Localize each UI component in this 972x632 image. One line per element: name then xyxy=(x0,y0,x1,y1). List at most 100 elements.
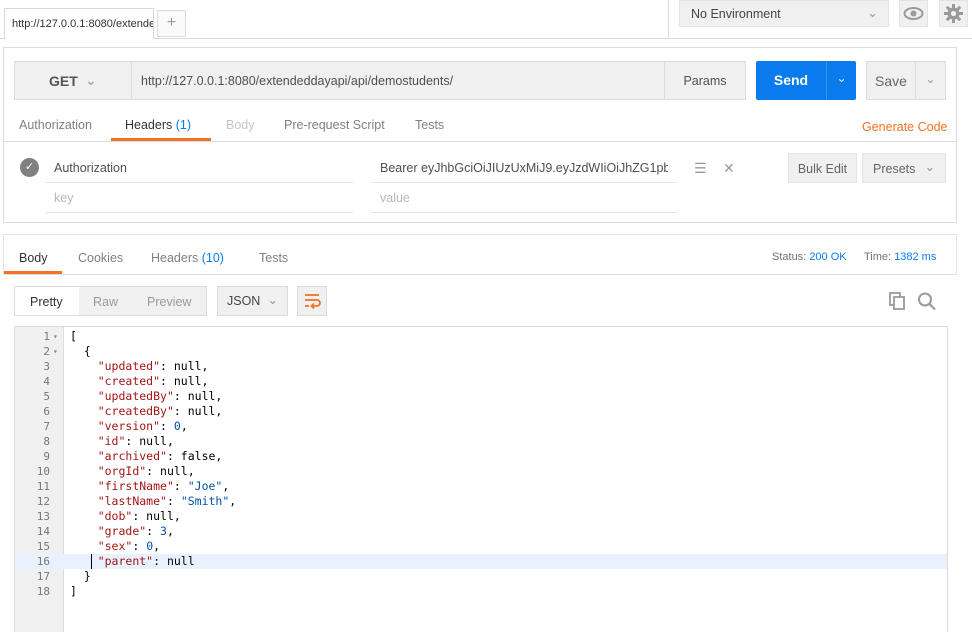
wrap-lines-button[interactable] xyxy=(297,286,327,316)
format-select[interactable]: JSON ⌄ xyxy=(217,286,288,316)
code-text: "updatedBy": null, xyxy=(70,389,223,404)
json-punctuation: : null, xyxy=(173,404,223,418)
json-punctuation: : false, xyxy=(166,449,223,463)
json-punctuation xyxy=(70,374,98,388)
tab-headers[interactable]: Headers (1) xyxy=(125,118,191,132)
json-key: "parent" xyxy=(97,554,154,568)
bulk-edit-button[interactable]: Bulk Edit xyxy=(788,153,857,183)
code-lines: 1 ▾[2 ▾ {3 "updated": null, 4 "created": nu… xyxy=(15,329,947,599)
code-line: 13 "dob": null, xyxy=(15,509,947,524)
tab-tests[interactable]: Tests xyxy=(415,118,444,132)
quick-look-button[interactable] xyxy=(899,0,928,27)
tab-body[interactable]: Body xyxy=(226,118,255,132)
header-value-field[interactable]: Bearer eyJhbGciOiJIUzUxMiJ9.eyJzdWIiOiJh… xyxy=(380,161,668,175)
code-line: 8 "id": null, xyxy=(15,434,947,449)
delete-header-icon[interactable]: ✕ xyxy=(723,160,735,177)
save-button[interactable]: Save xyxy=(866,61,916,100)
json-value: 0 xyxy=(173,419,181,433)
line-number: 9 xyxy=(43,450,50,463)
header-key-field[interactable]: Authorization xyxy=(54,161,127,175)
send-button[interactable]: Send xyxy=(756,61,826,100)
params-button[interactable]: Params xyxy=(664,61,746,100)
key-input[interactable]: key xyxy=(54,191,73,205)
search-icon[interactable] xyxy=(916,291,938,314)
json-key: "grade" xyxy=(97,524,147,538)
chevron-down-icon: ⌄ xyxy=(85,72,97,88)
send-dropdown-button[interactable]: ⌄ xyxy=(826,61,856,100)
check-icon: ✓ xyxy=(24,161,35,173)
json-punctuation: , xyxy=(166,524,174,538)
json-key: "archived" xyxy=(97,449,167,463)
text-cursor xyxy=(91,554,92,569)
json-key: "id" xyxy=(97,434,126,448)
request-tab[interactable]: http://127.0.0.1:8080/extende xyxy=(4,8,154,39)
tab-pre-request-script[interactable]: Pre-request Script xyxy=(284,118,385,132)
json-key: "lastName" xyxy=(97,494,167,508)
view-pretty-button[interactable]: Pretty xyxy=(30,295,63,309)
tab-authorization[interactable]: Authorization xyxy=(19,118,92,132)
search-icon-svg xyxy=(918,292,936,311)
code-line: 6 "createdBy": null, xyxy=(15,404,947,419)
response-body-editor[interactable]: 1 ▾[2 ▾ {3 "updated": null, 4 "created": nu… xyxy=(14,326,948,632)
code-text: "parent": null xyxy=(70,554,195,569)
environment-select[interactable]: No Environment ⌄ xyxy=(679,0,889,27)
header-enabled-checkbox[interactable]: ✓ xyxy=(20,158,39,177)
value-input[interactable]: value xyxy=(380,191,410,205)
code-line: 3 "updated": null, xyxy=(15,359,947,374)
json-key: "orgId" xyxy=(97,464,147,478)
strip-divider xyxy=(668,0,669,39)
fold-arrow-icon[interactable]: ▾ xyxy=(53,344,58,359)
drag-handle-icon[interactable]: ☰ xyxy=(694,160,707,177)
line-number: 11 xyxy=(36,480,50,493)
json-punctuation: : null, xyxy=(146,464,195,478)
field-underline xyxy=(45,212,353,213)
presets-button[interactable]: Presets ⌄ xyxy=(862,153,946,183)
line-number: 10 xyxy=(36,465,50,478)
tab-response-headers[interactable]: Headers (10) xyxy=(151,251,224,265)
json-key: "firstName" xyxy=(97,479,174,493)
copy-icon[interactable] xyxy=(887,291,907,314)
line-number: 1 xyxy=(43,330,50,343)
json-punctuation: : xyxy=(173,479,188,493)
json-punctuation: , xyxy=(180,419,188,433)
save-dropdown-button[interactable]: ⌄ xyxy=(915,61,946,100)
line-number: 4 xyxy=(43,375,50,388)
field-underline xyxy=(371,182,677,183)
field-underline xyxy=(45,182,353,183)
code-line: 5 "updatedBy": null, xyxy=(15,389,947,404)
field-underline xyxy=(371,212,677,213)
json-punctuation: : xyxy=(166,494,181,508)
json-punctuation: [ xyxy=(70,329,77,343)
code-line: 2 ▾ { xyxy=(15,344,947,359)
json-key: "createdBy" xyxy=(97,404,174,418)
headers-count: (1) xyxy=(175,118,192,132)
copy-icon-svg xyxy=(889,292,905,310)
subtab-divider xyxy=(4,141,956,142)
line-number: 17 xyxy=(36,570,50,583)
json-punctuation xyxy=(70,434,98,448)
new-tab-button[interactable]: + xyxy=(157,10,186,37)
view-preview-button[interactable]: Preview xyxy=(147,295,191,309)
code-line: 12 "lastName": "Smith", xyxy=(15,494,947,509)
line-number: 7 xyxy=(43,420,50,433)
code-line: 17 } xyxy=(15,569,947,584)
tab-response-body[interactable]: Body xyxy=(19,251,48,265)
url-input[interactable]: http://127.0.0.1:8080/extendeddayapi/api… xyxy=(131,61,665,100)
view-raw-button[interactable]: Raw xyxy=(93,295,118,309)
code-text: "id": null, xyxy=(70,434,174,449)
code-text: "lastName": "Smith", xyxy=(70,494,237,509)
line-number: 15 xyxy=(36,540,50,553)
tab-response-cookies[interactable]: Cookies xyxy=(78,251,123,265)
chevron-down-icon: ⌄ xyxy=(867,5,878,20)
json-key: "updated" xyxy=(97,359,161,373)
tab-label: Cookies xyxy=(78,251,124,265)
json-key: "dob" xyxy=(97,509,133,523)
generate-code-link[interactable]: Generate Code xyxy=(862,120,947,134)
settings-button[interactable] xyxy=(939,0,968,27)
line-number: 2 xyxy=(43,345,50,358)
tab-label: Tests xyxy=(415,118,445,132)
fold-arrow-icon[interactable]: ▾ xyxy=(53,329,58,344)
tab-response-tests[interactable]: Tests xyxy=(259,251,288,265)
method-select[interactable]: GET ⌄ xyxy=(14,61,131,100)
line-number: 12 xyxy=(36,495,50,508)
